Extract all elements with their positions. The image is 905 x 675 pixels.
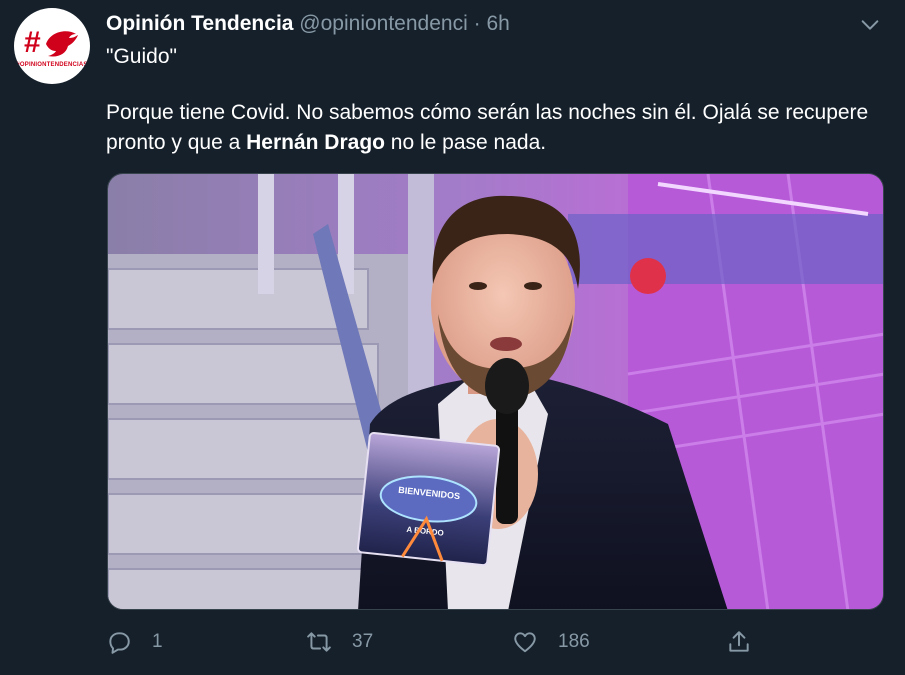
tv-host-photo: BIENVENIDOS A BORDO [108, 174, 883, 609]
tweet-text-line1: "Guido" [106, 45, 177, 68]
tweet-media-photo[interactable]: BIENVENIDOS A BORDO [107, 173, 884, 610]
reply-button[interactable]: 1 [106, 626, 163, 658]
user-handle[interactable]: @opiniontendenci [299, 12, 467, 35]
mention-bold-name: Hernán Drago [246, 131, 385, 154]
tweet-actions: 1 37 186 [0, 622, 905, 662]
avatar-caption: #OPINIONTENDENCIAS [16, 62, 88, 68]
retweet-icon [307, 632, 331, 652]
reply-count: 1 [152, 631, 163, 652]
like-count: 186 [558, 631, 590, 652]
tweet-text-part2: no le pase nada. [384, 131, 547, 154]
avatar[interactable]: # #OPINIONTENDENCIAS [14, 8, 90, 84]
tweet[interactable]: # #OPINIONTENDENCIAS Opinión Tendencia @… [0, 0, 905, 675]
display-name[interactable]: Opinión Tendencia [106, 12, 293, 35]
retweet-button[interactable]: 37 [306, 626, 373, 658]
tweet-header: Opinión Tendencia @opiniontendenci · 6h [106, 10, 845, 38]
tweet-text-paragraph: Porque tiene Covid. No sabemos cómo será… [106, 98, 876, 158]
heart-icon [514, 632, 536, 653]
retweet-count: 37 [352, 631, 374, 652]
reply-icon [109, 632, 130, 654]
twitter-bird-hashtag-logo: # [24, 26, 78, 59]
tweet-timestamp[interactable]: 6h [486, 12, 509, 35]
svg-text:#: # [24, 26, 41, 59]
separator-dot: · [473, 12, 481, 35]
share-button[interactable] [726, 626, 752, 658]
like-button[interactable]: 186 [512, 626, 590, 658]
share-icon [729, 631, 749, 652]
chevron-down-icon[interactable] [859, 14, 881, 36]
